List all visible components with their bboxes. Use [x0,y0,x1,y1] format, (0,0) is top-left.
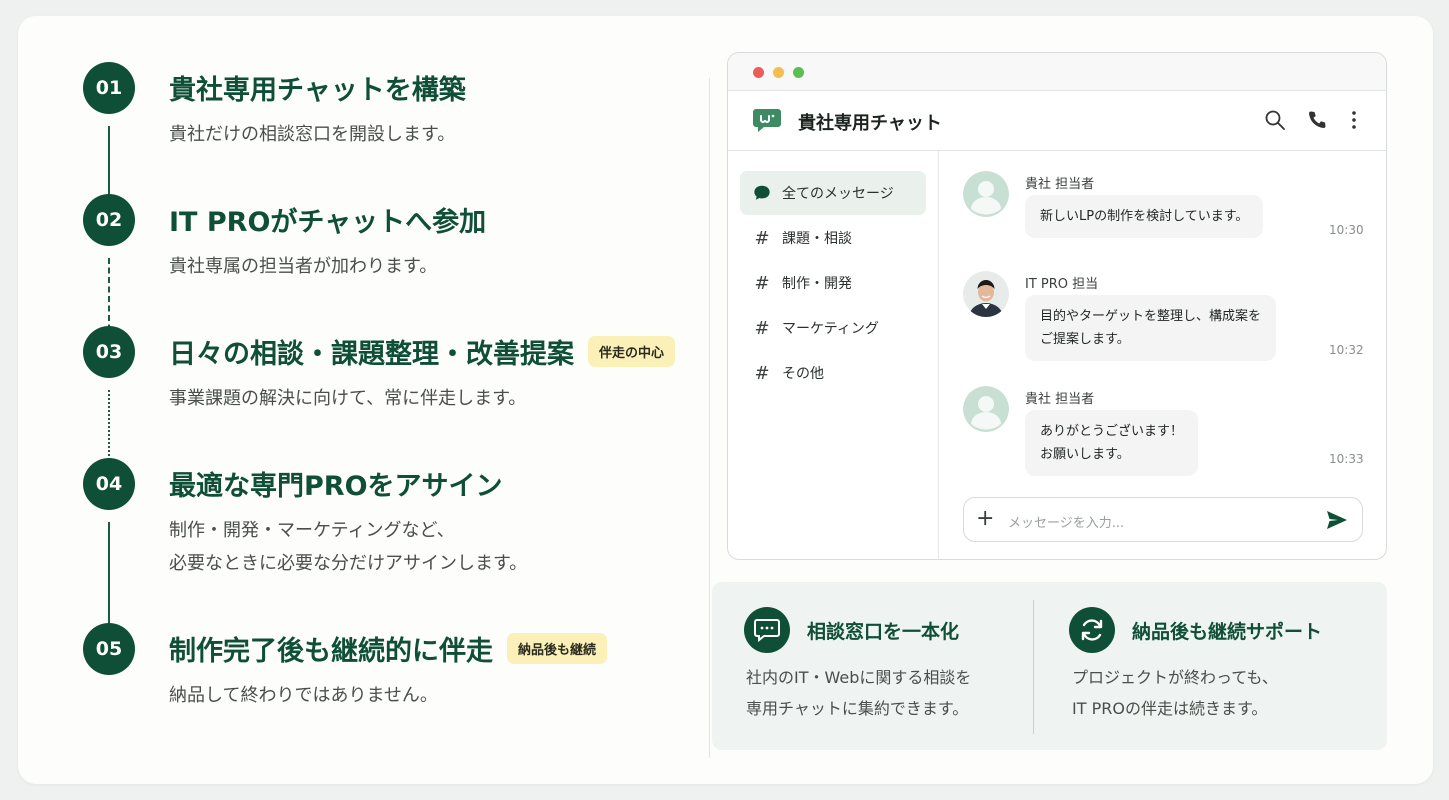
step-description: 事業課題の解決に向けて、常に伴走します。 [169,388,527,409]
chat-window: 貴社専用チャット 全てのメッセージ # 課題・相談 # 制作・開発 # マーケテ… [727,52,1387,560]
message-sender: 貴社 担当者 [1025,177,1095,192]
hash-icon: # [754,272,770,294]
send-icon[interactable] [1326,510,1348,530]
sidebar-item-label: 課題・相談 [782,231,852,247]
step-title: 貴社専用チャットを構築 [169,75,466,106]
sidebar-item-label: マーケティング [782,321,879,337]
staff-avatar [963,271,1009,317]
sidebar-item-development[interactable]: # 制作・開発 [740,261,926,305]
message-time: 10:33 [1329,452,1364,466]
plus-icon[interactable]: + [976,506,994,531]
message-sender: 貴社 担当者 [1025,392,1095,407]
chat-icon [744,607,790,653]
message-area: 貴社 担当者 新しいLPの制作を検討しています。 10:30 IT PRO 担当… [939,151,1386,559]
step-number: 02 [83,194,135,246]
chat-bubble-icon [754,185,770,200]
sidebar-item-label: その他 [782,366,824,382]
step-badge: 伴走の中心 [588,336,676,367]
step-badge: 納品後も継続 [507,633,608,664]
message-time: 10:30 [1329,223,1364,237]
step-title: 制作完了後も継続的に伴走 納品後も継続 [169,629,608,668]
timeline-connector [108,522,110,637]
feature-divider [1033,600,1034,734]
features-panel: 相談窓口を一本化 社内のIT・Webに関する相談を 専用チャットに集約できます。… [712,582,1387,750]
sidebar-item-marketing[interactable]: # マーケティング [740,306,926,350]
hash-icon: # [754,317,770,339]
sidebar-item-issues[interactable]: # 課題・相談 [740,216,926,260]
window-close-dot[interactable] [753,67,764,78]
sidebar-item-all-messages[interactable]: 全てのメッセージ [740,171,926,215]
window-titlebar [728,53,1386,91]
hash-icon: # [754,362,770,384]
more-vertical-icon[interactable] [1343,109,1365,131]
chat-header: 貴社専用チャット [728,91,1386,151]
chat-title: 貴社専用チャット [798,113,942,134]
sidebar-item-label: 制作・開発 [782,276,852,292]
step-number: 03 [83,326,135,378]
step-description: 制作・開発・マーケティングなど、 必要なときに必要な分だけアサインします。 [169,520,528,574]
channel-sidebar: 全てのメッセージ # 課題・相談 # 制作・開発 # マーケティング # その他 [728,151,939,559]
step-number: 04 [83,458,135,510]
message-sender: IT PRO 担当 [1025,277,1099,292]
message-bubble: 新しいLPの制作を検討しています。 [1025,195,1264,238]
message-bubble: ありがとうございます！ お願いします。 [1025,410,1199,476]
step-number: 01 [83,62,135,114]
column-divider [709,78,710,758]
user-placeholder-icon [963,171,1009,217]
feature-title: 納品後も継続サポート [1132,621,1323,643]
sidebar-item-other[interactable]: # その他 [740,351,926,395]
step-title: IT PROがチャットへ参加 [169,207,487,238]
message-bubble: 目的やターゲットを整理し、構成案を ご提案します。 [1025,295,1277,361]
window-minimize-dot[interactable] [773,67,784,78]
message-input-bar[interactable]: + メッセージを入力... [963,497,1363,542]
window-maximize-dot[interactable] [793,67,804,78]
step-description: 貴社だけの相談窓口を開設します。 [169,124,456,145]
sidebar-item-label: 全てのメッセージ [782,186,894,202]
step-title: 日々の相談・課題整理・改善提案 伴走の中心 [169,332,676,371]
message-time: 10:32 [1329,343,1364,357]
user-placeholder-icon [963,386,1009,432]
step-title: 最適な専門PROをアサイン [169,471,503,502]
feature-description: 社内のIT・Webに関する相談を 専用チャットに集約できます。 [746,668,972,718]
feature-title: 相談窓口を一本化 [807,621,960,643]
refresh-icon [1069,607,1115,653]
step-description: 納品して終わりではありません。 [169,685,438,706]
hash-icon: # [754,227,770,249]
step-number: 05 [83,623,135,675]
phone-icon[interactable] [1306,109,1328,131]
search-icon[interactable] [1264,109,1286,131]
step-description: 貴社専属の担当者が加わります。 [169,256,438,277]
chat-logo-icon [753,109,781,132]
feature-description: プロジェクトが終わっても、 IT PROの伴走は続きます。 [1072,668,1278,718]
message-input[interactable]: メッセージを入力... [1008,512,1124,531]
